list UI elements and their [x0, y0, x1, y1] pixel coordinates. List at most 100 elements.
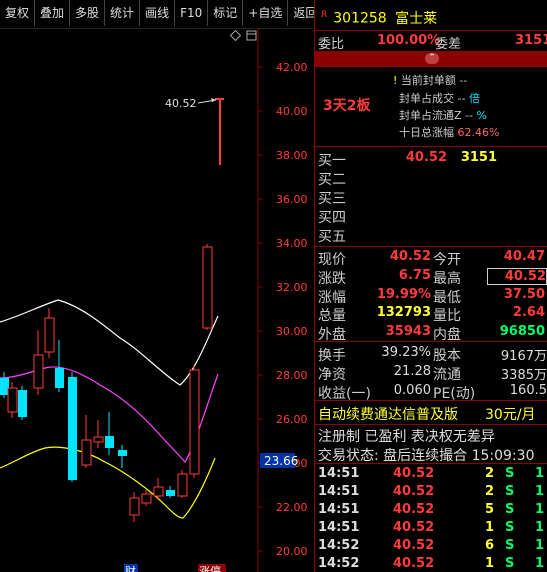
tick-side: S — [505, 466, 515, 481]
candlestick — [118, 450, 127, 456]
chevron-up-icon[interactable]: ⌃ — [425, 53, 439, 64]
add-watchlist-button[interactable]: +自选 — [243, 0, 289, 26]
quote-panel: R 301258 富士莱 委比 100.00% 委差 3151 ⌃ ! 当前封单额… — [314, 0, 547, 572]
bid-price[interactable]: 40.52 — [395, 150, 447, 165]
ad-price[interactable]: 30元/月 — [485, 404, 536, 424]
restore-rights-button[interactable]: 复权 — [0, 0, 36, 26]
bid-label: 买三 — [318, 191, 346, 207]
tick-time: 14:51 — [318, 502, 360, 517]
candlestick — [33, 354, 44, 389]
tick-side: S — [505, 520, 515, 535]
y-axis-label: 34.00 — [276, 237, 308, 250]
high-annotation-label: 40.52 — [165, 97, 197, 110]
y-axis-label: 40.00 — [276, 105, 308, 118]
y-axis-label: 32.00 — [276, 281, 308, 294]
fund-value: 160.5 — [509, 383, 547, 398]
candlestick — [129, 497, 140, 516]
candlestick — [18, 390, 27, 417]
current-price-tag-text: 23.66 — [264, 454, 298, 468]
upper-band-line — [0, 299, 219, 386]
limit-up-marker[interactable]: 涨停 — [199, 564, 221, 572]
window-icon[interactable] — [246, 30, 257, 41]
bid-label: 买二 — [318, 172, 346, 188]
tick-volume: 1 — [485, 520, 495, 535]
statistics-button[interactable]: 统计 — [105, 0, 141, 26]
tick-time: 14:52 — [318, 538, 360, 553]
f10-button[interactable]: F10 — [175, 0, 209, 26]
mark-button[interactable]: 标记 — [208, 0, 244, 26]
fund-value: 21.28 — [393, 364, 431, 379]
weicha-value: 3151 — [515, 33, 547, 48]
y-axis-label: 20.00 — [276, 545, 308, 558]
stock-name: 富士莱 — [395, 10, 438, 27]
quote-value: 6.75 — [398, 267, 431, 283]
quote-value: 37.50 — [503, 286, 545, 302]
tick-side: S — [505, 538, 515, 553]
y-axis-label: 22.00 — [276, 501, 308, 514]
multi-stock-button[interactable]: 多股 — [70, 0, 106, 26]
candlestick — [141, 493, 152, 504]
quote-value: 40.52 — [487, 267, 547, 285]
quote-label: 量比 — [433, 308, 461, 325]
fund-label: 股本 — [433, 348, 461, 364]
tick-volume: 2 — [485, 466, 495, 481]
quote-value: 40.47 — [503, 249, 545, 264]
bid-label: 买一 — [318, 153, 346, 169]
diamond-icon[interactable] — [229, 29, 242, 42]
stock-header: R 301258 富士莱 — [315, 0, 547, 30]
fund-value: 9167万 — [500, 349, 547, 364]
y-axis-label: 36.00 — [276, 193, 308, 206]
tick-count: 1 — [535, 556, 545, 571]
tick-count: 1 — [535, 538, 545, 553]
tick-time: 14:52 — [318, 556, 360, 571]
tick-time: 14:51 — [318, 520, 360, 535]
candlestick — [55, 368, 64, 388]
tick-side: S — [505, 502, 515, 517]
candlestick — [153, 486, 164, 497]
bid-volume: 3151 — [460, 150, 497, 165]
fund-value: 3385万 — [500, 368, 547, 383]
quote-label: 涨幅 — [318, 289, 346, 306]
candlestick — [93, 436, 104, 443]
quote-value: 40.52 — [389, 249, 431, 264]
y-axis-label: 28.00 — [276, 369, 308, 382]
candlestick — [189, 369, 200, 475]
candlestick — [81, 439, 92, 466]
tick-time: 14:51 — [318, 466, 360, 481]
stock-code: 301258 — [333, 10, 387, 27]
overlay-button[interactable]: 叠加 — [35, 0, 71, 26]
seal-ratio-turnover: 封单占成交 -- 倍 — [399, 92, 480, 105]
weicha-label: 委差 — [435, 37, 462, 52]
tick-side: S — [505, 484, 515, 499]
y-axis-label: 30.00 — [276, 325, 308, 338]
candlestick — [7, 387, 18, 413]
fund-value: 0.060 — [393, 383, 431, 398]
tick-volume: 1 — [485, 556, 495, 571]
quote-value: 132793 — [376, 305, 431, 321]
quote-label: 最低 — [433, 289, 461, 306]
kline-chart[interactable]: 42.00 40.00 38.00 36.00 34.00 32.00 30.00 28.00… — [0, 28, 313, 572]
fund-value: 39.23% — [381, 345, 431, 360]
fund-label: 流通 — [433, 367, 461, 383]
weibi-value: 100.00% — [377, 33, 441, 48]
candlestick — [177, 473, 188, 497]
quote-value: 35943 — [385, 324, 431, 340]
board-tag: 3天2板 — [323, 98, 371, 114]
tick-price: 40.52 — [393, 538, 435, 553]
y-axis-label: 26.00 — [276, 413, 308, 426]
tick-price: 40.52 — [393, 520, 435, 535]
tick-time: 14:51 — [318, 484, 360, 499]
tick-count: 1 — [535, 520, 545, 535]
tick-count: 1 — [535, 502, 545, 517]
draw-line-button[interactable]: 画线 — [140, 0, 176, 26]
expand-bar[interactable]: ⌃ — [315, 51, 547, 67]
tick-price: 40.52 — [393, 502, 435, 517]
quote-label: 今开 — [433, 252, 461, 268]
tick-volume: 2 — [485, 484, 495, 499]
candlestick — [44, 317, 55, 353]
ad-text[interactable]: 自动续费通达信普及版 — [318, 404, 458, 424]
bid-label: 买四 — [318, 210, 346, 226]
finance-marker[interactable]: 财 — [125, 564, 136, 572]
seal-amount: ! 当前封单额 -- — [393, 74, 468, 87]
tick-volume: 5 — [485, 502, 495, 517]
